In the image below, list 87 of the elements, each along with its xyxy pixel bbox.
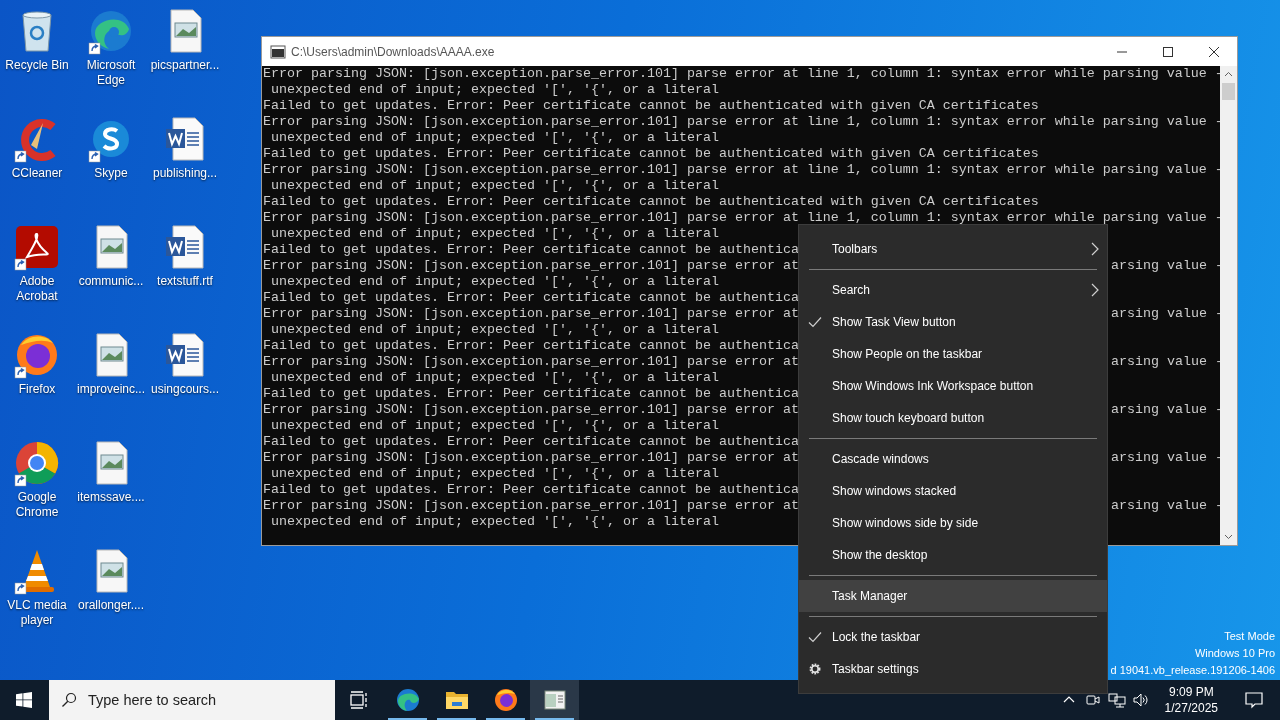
taskbar-app-button[interactable] [530, 680, 579, 720]
console-line: unexpected end of input; expected '[', '{', or a literal [270, 466, 719, 482]
console-line: Failed to get updates. Error: Peer certificate cannot be authenticated with given CA certificates [263, 194, 1039, 210]
console-line: Failed to get updates. Error: Peer certificate cannot be authenticated with given CA certificates [263, 98, 1039, 114]
console-line: unexpected end of input; expected '[', '{', or a literal [270, 370, 719, 386]
console-line: Failed to get updates. Error: Peer certificate cannot be authentica [263, 338, 799, 354]
browser-icon [493, 688, 518, 712]
icon-label[interactable]: orallonger.... [74, 598, 148, 613]
console-app-icon [542, 688, 567, 712]
icon-label[interactable]: communic... [74, 274, 148, 289]
icon-label[interactable]: CCleaner [0, 166, 74, 181]
menu-item[interactable]: Lock the taskbar [799, 621, 1107, 653]
console-line: Error parsing JSON: [json.exception.parse_error.101] parse error at line 1, column 1: syntax error while parsing value - [263, 114, 1220, 130]
menu-item[interactable]: Toolbars [799, 233, 1107, 265]
menu-item[interactable]: Show touch keyboard button [799, 402, 1107, 434]
system-notice-text: Windows 10 Pro [1194, 646, 1275, 661]
icon-label[interactable]: Recycle Bin [0, 58, 74, 73]
console-line: Error parsing JSON: [json.exception.parse_error.101] parse error at [263, 402, 799, 418]
console-line: Failed to get updates. Error: Peer certificate cannot be authenticated with given CA certificates [263, 146, 1039, 162]
scroll-thumb[interactable] [1222, 83, 1235, 100]
clock[interactable]: 9:09 PM 1/27/2025 [1156, 680, 1226, 720]
task-view-icon [349, 690, 369, 710]
menu-item[interactable]: Show windows side by side [799, 507, 1107, 539]
console-line: unexpected end of input; expected '[', '{', or a literal [270, 418, 719, 434]
console-line: unexpected end of input; expected '[', '{', or a literal [270, 322, 719, 338]
console-line: arsing value - [1111, 402, 1220, 418]
icon-label[interactable]: textstuff.rtf [148, 274, 222, 289]
browser-icon [395, 688, 420, 712]
icon-label[interactable]: Skype [74, 166, 148, 181]
icon-label[interactable]: Adobe Acrobat [0, 274, 74, 304]
icon-label[interactable]: picspartner... [148, 58, 222, 73]
menu-item[interactable]: Cascade windows [799, 443, 1107, 475]
chevron-right-icon [1091, 283, 1099, 297]
system-notice-text: d 19041.vb_release.191206-1406 [1110, 663, 1275, 678]
menu-item[interactable]: Show Task View button [799, 306, 1107, 338]
console-line: arsing value - [1111, 258, 1220, 274]
icon-label[interactable]: Microsoft Edge [74, 58, 148, 88]
icon-label[interactable]: itemssave.... [74, 490, 148, 505]
menu-item[interactable]: Taskbar settings [799, 653, 1107, 685]
console-line: arsing value - [1111, 450, 1220, 466]
system-notice-text: Test Mode [1224, 629, 1275, 644]
menu-item[interactable]: Task Manager [799, 580, 1107, 612]
console-line: arsing value - [1111, 306, 1220, 322]
console-line: Failed to get updates. Error: Peer certificate cannot be authentica [263, 434, 799, 450]
console-app-icon [270, 43, 286, 60]
icon-label[interactable]: improveinc... [74, 382, 148, 397]
icon-label[interactable]: VLC media player [0, 598, 74, 628]
icon-label[interactable]: Firefox [0, 382, 74, 397]
window-title: C:\Users\admin\Downloads\AAAA.exe [291, 44, 495, 59]
console-line: Error parsing JSON: [json.exception.parse_error.101] parse error at [263, 258, 799, 274]
console-line: unexpected end of input; expected '[', '{', or a literal [270, 274, 719, 290]
chevron-right-icon [1091, 242, 1099, 256]
pdf-icon[interactable] [13, 223, 61, 271]
console-line: Failed to get updates. Error: Peer certificate cannot be authentica [263, 242, 799, 258]
icon-label[interactable]: publishing... [148, 166, 222, 181]
search-field[interactable]: Type here to search [49, 680, 335, 720]
console-line: arsing value - [1111, 354, 1220, 370]
four-pane-logo-icon [16, 692, 32, 708]
console-line: Error parsing JSON: [json.exception.parse_error.101] parse error at line 1, column 1: syntax error while parsing value - [263, 162, 1220, 178]
console-line: Failed to get updates. Error: Peer certificate cannot be authentica [263, 290, 799, 306]
console-line: Error parsing JSON: [json.exception.parse_error.101] parse error at [263, 354, 799, 370]
menu-item[interactable]: Search [799, 274, 1107, 306]
console-line: Error parsing JSON: [json.exception.parse_error.101] parse error at line 1, column 1: syntax error while parsing value - [263, 66, 1220, 82]
scrollbar[interactable] [1220, 66, 1237, 545]
close-icon [1209, 46, 1219, 57]
gear-icon [808, 662, 822, 676]
console-line: Failed to get updates. Error: Peer certificate cannot be authentica [263, 482, 799, 498]
maximize-icon [1163, 46, 1173, 57]
console-line: Error parsing JSON: [json.exception.parse_error.101] parse error at [263, 498, 799, 514]
console-line: unexpected end of input; expected '[', '{', or a literal [270, 514, 719, 530]
menu-item[interactable]: Show the desktop [799, 539, 1107, 571]
menu-item[interactable]: Show windows stacked [799, 475, 1107, 507]
console-line: unexpected end of input; expected '[', '{', or a literal [270, 82, 719, 98]
menu-item[interactable]: Show People on the taskbar [799, 338, 1107, 370]
icon-label[interactable]: usingcours... [148, 382, 222, 397]
console-line: Error parsing JSON: [json.exception.parse_error.101] parse error at [263, 306, 799, 322]
menu-item[interactable]: Show Windows Ink Workspace button [799, 370, 1107, 402]
console-line: arsing value - [1111, 498, 1220, 514]
icon-label[interactable]: Google Chrome [0, 490, 74, 520]
console-line: unexpected end of input; expected '[', '{', or a literal [270, 226, 719, 242]
console-line: unexpected end of input; expected '[', '{', or a literal [270, 178, 719, 194]
search-icon [61, 692, 77, 708]
console-line: unexpected end of input; expected '[', '{', or a literal [270, 130, 719, 146]
console-line: Failed to get updates. Error: Peer certificate cannot be authentica [263, 386, 799, 402]
console-line: Error parsing JSON: [json.exception.parse_error.101] parse error at line 1, column 1: syntax error while parsing value - [263, 210, 1220, 226]
console-line: Error parsing JSON: [json.exception.parse_error.101] parse error at [263, 450, 799, 466]
browser-icon[interactable] [13, 439, 61, 487]
